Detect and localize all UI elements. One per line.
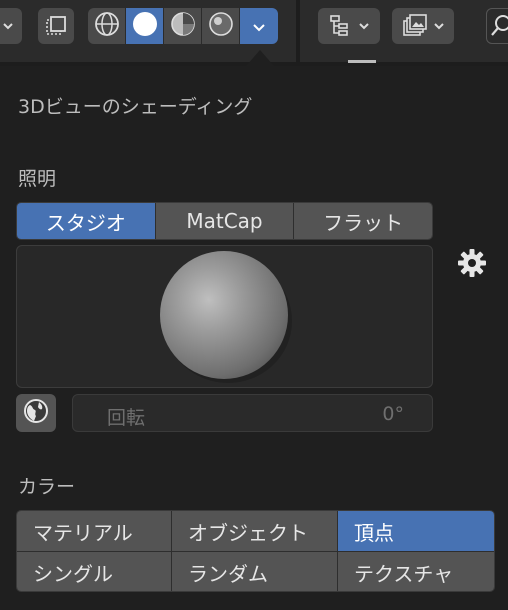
shading-dropdown-button[interactable] [240, 8, 278, 44]
lighting-tabs: スタジオ MatCap フラット [16, 202, 433, 240]
wireframe-shading-button[interactable] [88, 8, 126, 44]
color-options: マテリアル オブジェクト 頂点 シングル ランダム テクスチャ [16, 510, 495, 592]
tab-flat[interactable]: フラット [294, 203, 432, 239]
world-space-lighting-toggle[interactable] [16, 394, 56, 432]
chevron-down-icon [433, 21, 445, 31]
solid-shading-button[interactable] [126, 8, 164, 44]
rotation-label: 回転 [107, 407, 146, 429]
outliner-icon [328, 13, 354, 39]
popover-title: 3Dビューのシェーディング [18, 96, 253, 118]
toggle-xray-icon [44, 14, 68, 38]
shading-dropdown-icon [252, 17, 266, 36]
search-icon [490, 14, 508, 38]
chevron-down-icon [358, 21, 370, 31]
tab-matcap[interactable]: MatCap [155, 203, 295, 239]
color-option-object[interactable]: オブジェクト [172, 511, 338, 552]
shading-mode-group [88, 8, 278, 44]
toggle-xray-button[interactable] [38, 8, 74, 44]
color-option-material[interactable]: マテリアル [17, 511, 172, 552]
rotation-field[interactable]: 回転 0° [72, 394, 433, 432]
rendered-shading-button[interactable] [202, 8, 240, 44]
chevron-down-icon [2, 21, 14, 31]
sphere-preview-image [160, 251, 292, 383]
image-editor-icon [401, 13, 429, 39]
gear-icon [457, 248, 487, 282]
lighting-label: 照明 [18, 168, 57, 190]
studio-light-settings-button[interactable] [456, 249, 488, 281]
wireframe-shading-icon [93, 10, 121, 42]
popover-caret [246, 50, 274, 66]
color-option-random[interactable]: ランダム [172, 552, 338, 591]
header-divider [296, 0, 300, 62]
solid-shading-icon [131, 10, 159, 42]
header-underline [348, 60, 376, 63]
rendered-shading-icon [207, 10, 235, 42]
outliner-dropdown-button[interactable] [318, 8, 380, 44]
rotation-value: 0° [382, 403, 404, 425]
color-option-vertex[interactable]: 頂点 [338, 511, 494, 552]
image-editor-dropdown-button[interactable] [392, 8, 454, 44]
color-option-single[interactable]: シングル [17, 552, 172, 591]
material-preview-button[interactable] [164, 8, 202, 44]
studio-light-preview[interactable] [16, 245, 433, 388]
mode-dropdown-button[interactable] [0, 8, 22, 44]
tab-studio[interactable]: スタジオ [17, 203, 156, 239]
color-option-texture[interactable]: テクスチャ [338, 552, 494, 591]
color-label: カラー [18, 476, 76, 498]
world-icon [22, 397, 50, 429]
material-preview-icon [169, 10, 197, 42]
search-button[interactable] [486, 8, 508, 44]
